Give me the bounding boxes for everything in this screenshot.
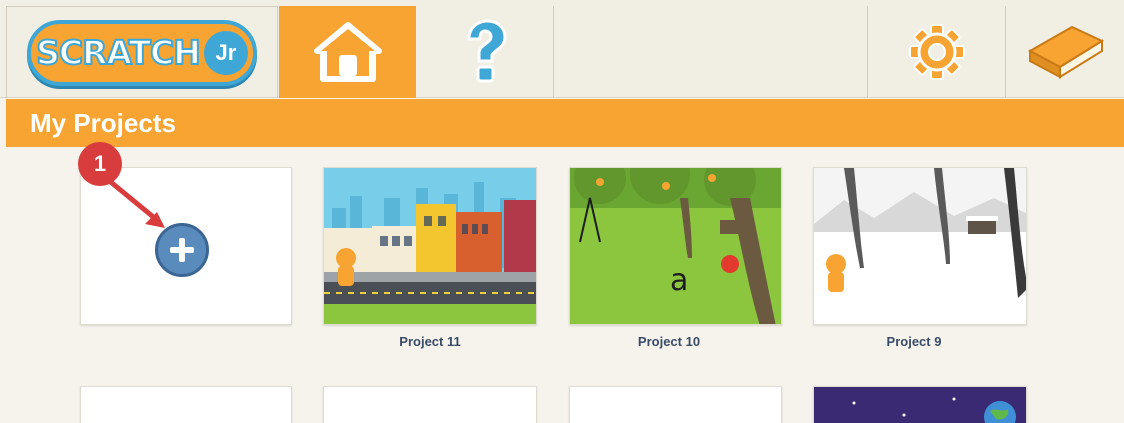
tab-settings[interactable] <box>868 6 1006 98</box>
project-card[interactable] <box>813 167 1027 325</box>
page-title: My Projects <box>30 108 176 138</box>
winter-thumbnail <box>814 168 1026 324</box>
project-card[interactable] <box>813 386 1027 423</box>
tab-book[interactable] <box>1006 6 1124 98</box>
scratchjr-logo: SCRATCH Jr <box>6 6 278 98</box>
logo-jr-badge: Jr <box>203 30 248 75</box>
section-header: My Projects <box>6 99 1124 147</box>
project-card[interactable] <box>569 386 782 423</box>
project-title: Project 10 <box>637 334 701 349</box>
toolbar-spacer <box>554 6 868 98</box>
tab-home[interactable] <box>279 6 416 98</box>
logo-text: SCRATCH <box>35 32 202 73</box>
project-title: Project 11 <box>399 334 461 349</box>
question-icon <box>466 19 507 83</box>
book-icon <box>1027 25 1105 79</box>
logo-pill: SCRATCH Jr <box>27 19 257 86</box>
city-thumbnail <box>324 168 536 324</box>
project-card[interactable] <box>323 167 537 325</box>
project-card[interactable] <box>323 386 537 423</box>
gear-icon <box>908 24 965 80</box>
space-thumbnail <box>814 387 1026 423</box>
orchard-thumbnail: a <box>570 168 781 324</box>
home-icon <box>313 22 382 82</box>
svg-text:a: a <box>670 263 688 298</box>
top-toolbar: SCRATCH Jr <box>0 0 1124 98</box>
project-card[interactable] <box>80 386 292 423</box>
tab-help[interactable] <box>416 6 554 98</box>
step-badge: 1 <box>78 142 122 186</box>
project-card[interactable]: a <box>569 167 782 325</box>
project-title: Project 9 <box>886 334 942 349</box>
